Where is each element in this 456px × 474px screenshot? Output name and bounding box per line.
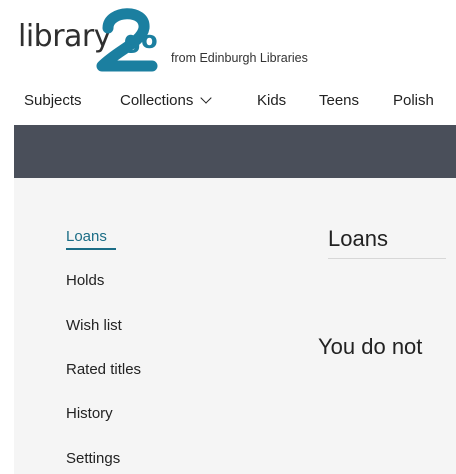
nav-item-kids[interactable]: Kids [257, 92, 286, 109]
nav-item-subjects[interactable]: Subjects [24, 92, 82, 109]
sidebar-item-settings[interactable]: Settings [66, 450, 120, 467]
nav-item-collections[interactable]: Collections [120, 92, 213, 109]
nav-item-collections-label: Collections [120, 92, 194, 109]
page: library go from Edinburgh Libraries Subj… [0, 0, 456, 474]
sidebar-item-rated-titles[interactable]: Rated titles [66, 361, 141, 378]
empty-loans-message: You do not [318, 334, 423, 359]
library2go-logo[interactable]: library go from Edinburgh Libraries [0, 0, 456, 84]
logo-go-text: go [124, 26, 158, 54]
page-title: Loans [328, 226, 388, 251]
sidebar-item-wish-list[interactable]: Wish list [66, 317, 122, 334]
logo-tagline: from Edinburgh Libraries [171, 51, 308, 65]
title-divider [328, 258, 446, 259]
nav-item-teens[interactable]: Teens [319, 92, 359, 109]
nav-item-polish[interactable]: Polish [393, 92, 434, 109]
sidebar-item-history[interactable]: History [66, 405, 113, 422]
sidebar-item-holds[interactable]: Holds [66, 272, 104, 289]
main-nav: Subjects Collections Kids Teens Polish [0, 90, 456, 116]
sidebar-item-loans[interactable]: Loans [66, 228, 107, 245]
chevron-down-icon [200, 92, 213, 104]
header-band [14, 125, 456, 178]
active-tab-underline [66, 248, 116, 250]
